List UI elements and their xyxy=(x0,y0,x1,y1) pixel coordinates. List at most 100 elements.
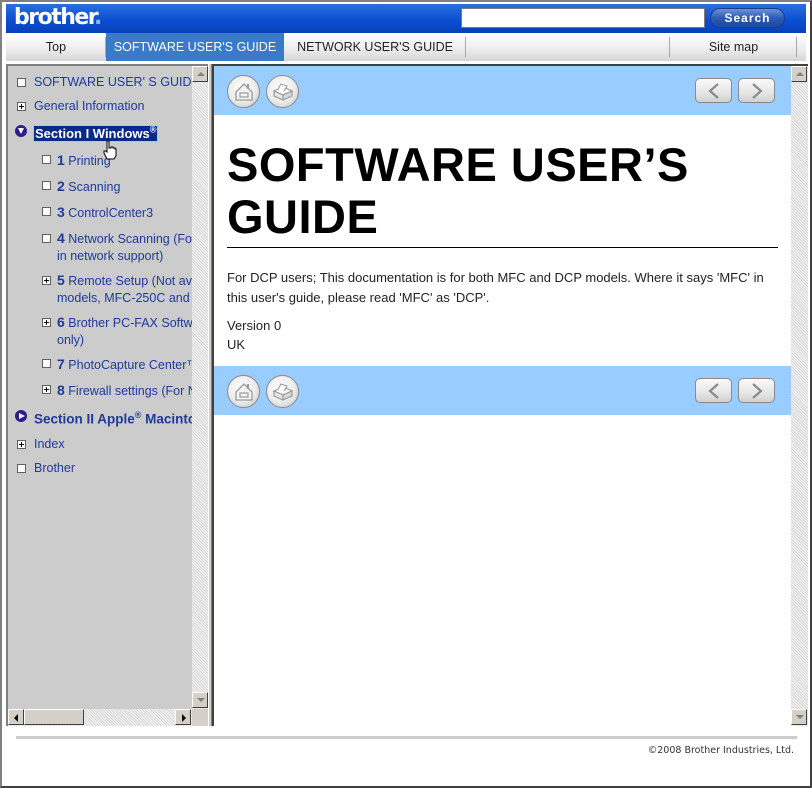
box-icon xyxy=(272,383,294,401)
toc-vertical-scrollbar[interactable] xyxy=(192,66,209,709)
toc-item-index[interactable]: Index xyxy=(17,437,65,451)
arrow-down-icon xyxy=(796,715,804,719)
toc-scroll-left-button[interactable] xyxy=(8,709,24,725)
toc-item-label: Network Scanning (For models with built- xyxy=(68,232,192,246)
toc-item-brother[interactable]: Brother xyxy=(17,461,75,475)
page-icon xyxy=(17,78,26,87)
hand-cursor-icon xyxy=(103,140,117,160)
expand-icon[interactable] xyxy=(17,440,26,449)
previous-page-button[interactable] xyxy=(695,78,732,103)
arrow-up-icon xyxy=(796,72,804,76)
chapter-number: 1 xyxy=(57,152,65,168)
toc-list: SOFTWARE USER' S GUIDE General Informati… xyxy=(8,66,192,709)
chapter-number: 2 xyxy=(57,178,65,194)
toc-item-label: PhotoCapture Center™ xyxy=(68,358,192,372)
toc-item-label: Section II Apple xyxy=(34,411,135,427)
tab-site-map[interactable]: Site map xyxy=(670,33,797,61)
toc-item-label: Remote Setup (Not available for DCP xyxy=(68,274,192,288)
content-pane: SOFTWARE USER’S GUIDE For DCP users; Thi… xyxy=(212,64,808,726)
arrow-left-icon xyxy=(14,714,18,722)
arrow-down-icon xyxy=(197,698,205,702)
toc-item-network-scanning[interactable]: 4 Network Scanning (For models with buil… xyxy=(42,230,192,265)
toc-book-button-bottom[interactable] xyxy=(266,375,299,408)
expand-icon[interactable] xyxy=(42,276,51,285)
toc-item-section-windows[interactable]: Section I Windows® xyxy=(15,125,159,143)
arrow-up-icon xyxy=(197,72,205,76)
toc-item-general-information[interactable]: General Information xyxy=(17,99,145,113)
chapter-number: 5 xyxy=(57,272,65,288)
version-text: Version 0 xyxy=(227,318,282,333)
tab-top[interactable]: Top xyxy=(6,33,106,61)
toc-item-scanning[interactable]: 2 Scanning xyxy=(42,178,121,194)
chapter-number: 7 xyxy=(57,356,65,372)
collapse-circle-icon[interactable] xyxy=(15,125,27,137)
expand-icon[interactable] xyxy=(17,102,26,111)
toc-scroll-down-button[interactable] xyxy=(192,692,208,708)
content-area: SOFTWARE USER’S GUIDE For DCP users; Thi… xyxy=(214,66,791,726)
content-scroll-down-button[interactable] xyxy=(791,709,807,725)
tab-software-users-guide[interactable]: SOFTWARE USER'S GUIDE xyxy=(106,33,284,61)
toc-item-brother-pc-fax[interactable]: 6 Brother PC-FAX Software (MFC models on… xyxy=(42,314,192,349)
expand-icon[interactable] xyxy=(42,385,51,394)
toc-item-label-selected: Section I Windows® xyxy=(32,125,159,143)
toc-item-photocapture-center[interactable]: 7 PhotoCapture Center™ xyxy=(42,356,192,372)
toc-item-label: Index xyxy=(34,437,65,451)
chapter-number: 3 xyxy=(57,204,65,220)
previous-page-button-bottom[interactable] xyxy=(695,378,732,403)
toc-item-remote-setup[interactable]: 5 Remote Setup (Not available for DCP mo… xyxy=(42,272,192,307)
chapter-number: 6 xyxy=(57,314,65,330)
title-divider xyxy=(227,247,778,248)
page-icon xyxy=(42,155,51,164)
toc-horizontal-scroll-thumb[interactable] xyxy=(24,709,84,725)
chevron-right-icon xyxy=(752,83,763,99)
table-of-contents-pane: SOFTWARE USER' S GUIDE General Informati… xyxy=(6,64,209,726)
bottom-page-navbar xyxy=(214,366,791,415)
toc-item-label-line2: only) xyxy=(57,333,85,347)
copyright-text: ©2008 Brother Industries, Ltd. xyxy=(647,745,794,756)
toc-book-button[interactable] xyxy=(266,75,299,108)
toc-item-label-line2: in network support) xyxy=(57,249,164,263)
toc-item-label: Brother PC-FAX Software (MFC models xyxy=(68,316,192,330)
toc-scroll-up-button[interactable] xyxy=(192,66,208,82)
home-button[interactable] xyxy=(227,75,260,108)
toc-item-label: General Information xyxy=(34,99,145,113)
page-icon xyxy=(42,207,51,216)
search-input[interactable] xyxy=(461,8,705,28)
toc-item-firewall-settings[interactable]: 8 Firewall settings (For Network users) xyxy=(42,382,192,398)
toc-horizontal-scrollbar[interactable] xyxy=(8,709,192,726)
region-text: UK xyxy=(227,337,246,352)
toc-item-label: Brother xyxy=(34,461,75,475)
toc-item-label: ControlCenter3 xyxy=(68,206,154,220)
toc-scroll-right-button[interactable] xyxy=(175,709,191,725)
tab-network-users-guide[interactable]: NETWORK USER'S GUIDE xyxy=(284,33,466,61)
toc-item-label: Firewall settings (For Network users) xyxy=(68,384,192,398)
toc-item-label-line2: models, MFC-250C and MFC-290C) xyxy=(57,291,192,305)
page-icon xyxy=(17,464,26,473)
home-icon xyxy=(235,383,253,401)
toc-item-section-apple-macintosh[interactable]: Section II Apple® Macintosh xyxy=(15,410,192,427)
box-icon xyxy=(272,83,294,101)
next-page-button-bottom[interactable] xyxy=(738,378,775,403)
toc-item-label: SOFTWARE USER' S GUIDE xyxy=(34,75,192,89)
header-bar: brother. Search xyxy=(6,4,806,33)
page-title: SOFTWARE USER’S GUIDE xyxy=(227,138,689,243)
toc-item-label: Scanning xyxy=(68,180,121,194)
page-icon xyxy=(42,234,51,243)
search-button[interactable]: Search xyxy=(710,8,785,28)
home-button-bottom[interactable] xyxy=(227,375,260,408)
chapter-number: 4 xyxy=(57,230,65,246)
expand-icon[interactable] xyxy=(42,318,51,327)
page-icon xyxy=(42,359,51,368)
content-vertical-scrollbar[interactable] xyxy=(791,66,808,726)
footer: ©2008 Brother Industries, Ltd. xyxy=(6,726,806,782)
expand-circle-icon[interactable] xyxy=(15,410,27,422)
next-page-button[interactable] xyxy=(738,78,775,103)
intro-paragraph: For DCP users; This documentation is for… xyxy=(227,270,764,305)
content-scroll-up-button[interactable] xyxy=(791,66,807,82)
chevron-left-icon xyxy=(708,383,719,399)
page-icon xyxy=(42,181,51,190)
chevron-right-icon xyxy=(752,383,763,399)
toc-item-controlcenter3[interactable]: 3 ControlCenter3 xyxy=(42,204,154,220)
tab-spacer xyxy=(466,33,670,61)
toc-item-software-users-guide[interactable]: SOFTWARE USER' S GUIDE xyxy=(17,75,192,89)
